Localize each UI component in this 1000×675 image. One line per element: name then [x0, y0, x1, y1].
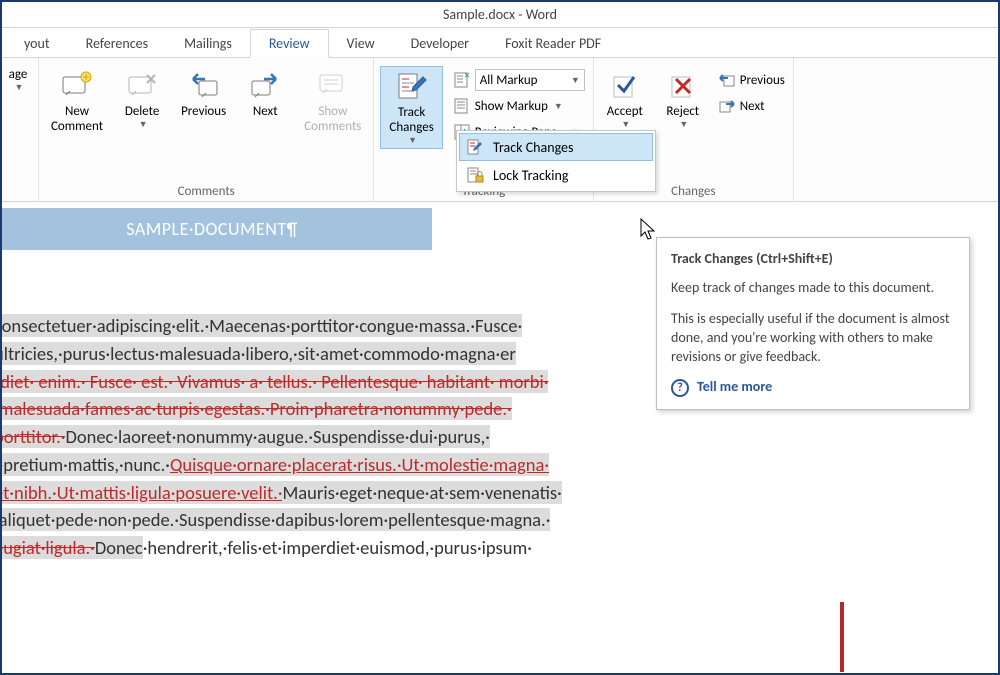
tab-references[interactable]: References	[68, 30, 166, 57]
new-comment-button[interactable]: New Comment	[43, 66, 111, 137]
mouse-cursor-icon	[640, 218, 658, 242]
previous-change-button[interactable]: Previous	[714, 68, 789, 92]
chevron-down-icon: ▼	[679, 120, 688, 130]
chevron-down-icon: ▼	[408, 136, 417, 146]
tab-view[interactable]: View	[329, 30, 393, 57]
next-icon	[248, 68, 282, 102]
display-review-combo[interactable]: All Markup▼	[449, 68, 589, 92]
language-button[interactable]: age ▼	[2, 66, 34, 95]
previous-change-icon	[718, 72, 736, 88]
tab-foxit[interactable]: Foxit Reader PDF	[487, 30, 619, 57]
menu-track-changes[interactable]: Track Changes	[459, 133, 653, 161]
track-changes-small-icon	[465, 137, 485, 157]
show-comments-icon	[316, 68, 350, 102]
track-changes-tooltip: Track Changes (Ctrl+Shift+E) Keep track …	[656, 237, 970, 410]
tooltip-body-2: This is especially useful if the documen…	[671, 310, 955, 367]
accept-button[interactable]: Accept ▼	[598, 66, 652, 132]
menu-lock-tracking[interactable]: Lock Tracking	[459, 161, 653, 189]
previous-icon	[187, 68, 221, 102]
document-heading: SAMPLE·DOCUMENT¶	[2, 208, 432, 250]
tab-layout[interactable]: yout	[6, 30, 68, 57]
chevron-down-icon: ▼	[621, 120, 630, 130]
new-comment-icon	[60, 68, 94, 102]
previous-comment-button[interactable]: Previous	[173, 66, 234, 122]
show-comments-button: Show Comments	[296, 66, 369, 137]
revision-bar	[840, 602, 844, 672]
window-title: Sample.docx - Word	[443, 6, 557, 23]
display-review-icon	[453, 71, 471, 89]
lock-tracking-icon	[465, 165, 485, 185]
title-bar: Sample.docx - Word	[2, 2, 998, 28]
reject-button[interactable]: Reject ▼	[656, 66, 710, 132]
track-changes-button[interactable]: Track Changes ▼	[380, 66, 442, 149]
next-change-button[interactable]: Next	[714, 94, 789, 118]
tab-developer[interactable]: Developer	[393, 30, 487, 57]
help-icon: ?	[671, 379, 689, 397]
document-body[interactable]: consectetuer·adipiscing·elit.·Maecenas·p…	[2, 250, 694, 562]
delete-comment-button[interactable]: Delete ▼	[115, 66, 169, 132]
chevron-down-icon: ▼	[139, 120, 148, 130]
accept-icon	[608, 68, 642, 102]
show-markup-icon	[453, 97, 471, 115]
ribbon-tabs: yout References Mailings Review View Dev…	[2, 28, 998, 58]
tell-me-more-link[interactable]: ? Tell me more	[671, 378, 955, 397]
track-changes-icon	[395, 69, 429, 103]
chevron-down-icon: ▼	[15, 83, 24, 93]
next-change-icon	[718, 98, 736, 114]
tooltip-title: Track Changes (Ctrl+Shift+E)	[671, 250, 955, 269]
track-changes-menu: Track Changes Lock Tracking	[456, 130, 656, 192]
next-comment-button[interactable]: Next	[238, 66, 292, 122]
group-comments: New Comment Delete ▼ Previous Next	[39, 58, 374, 201]
show-markup-button[interactable]: Show Markup▼	[449, 94, 589, 118]
delete-comment-icon	[125, 68, 159, 102]
tab-review[interactable]: Review	[250, 29, 329, 58]
tab-mailings[interactable]: Mailings	[166, 30, 250, 57]
group-label-comments: Comments	[43, 182, 369, 201]
reject-icon	[666, 68, 700, 102]
tooltip-body-1: Keep track of changes made to this docum…	[671, 279, 955, 298]
